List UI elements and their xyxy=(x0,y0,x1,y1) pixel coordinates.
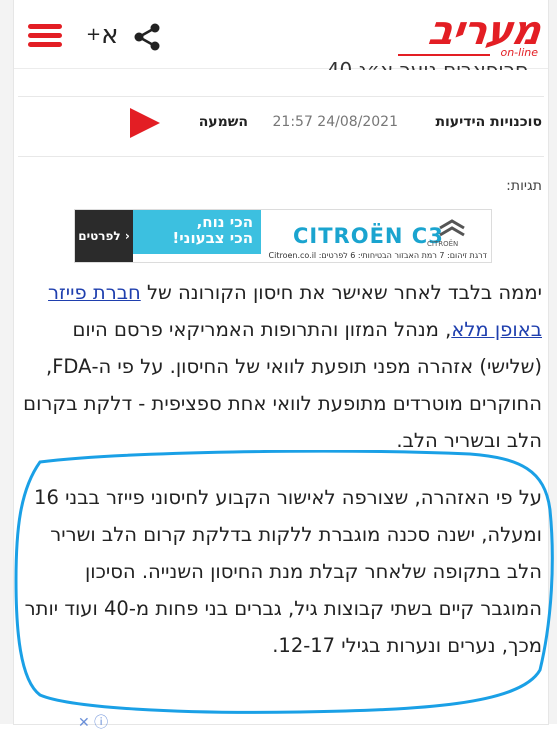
ad-brand: CITROËN xyxy=(427,240,459,248)
article-source: סוכנויות הידיעות xyxy=(435,114,542,130)
ad-banner[interactable]: לפרטים › הכי נוח, הכי צבעוני! CITROËN C3… xyxy=(74,209,492,263)
citroen-chevron-icon xyxy=(439,219,465,237)
maariv-logo[interactable]: מעריב on-line xyxy=(390,8,543,60)
tags-label: תגיות: xyxy=(506,178,542,194)
partial-headline: סרופאבים נוער א״ג 40 xyxy=(326,58,528,70)
article-text: יממה בלבד לאחר שאישר את חיסון הקורונה של xyxy=(140,281,542,304)
info-icon: ✕ ⓘ xyxy=(78,715,109,731)
ad-small-print: דרגת זיהום: 7 רמת האבזור הבטיחותי: 6 לפר… xyxy=(268,251,487,260)
divider xyxy=(18,156,544,157)
ad-slogan-line: הכי צבעוני! xyxy=(172,229,253,247)
menu-icon[interactable] xyxy=(28,24,62,48)
article-page: +א מעריב on-line סרופאבים נוער א״ג 40 סו… xyxy=(14,0,548,724)
plus-label: + xyxy=(86,24,102,45)
listen-label: השמעה xyxy=(198,114,248,130)
ad-cta[interactable]: לפרטים › xyxy=(75,210,133,262)
ad-model: CITROËN C3 xyxy=(293,224,444,248)
share-icon[interactable] xyxy=(132,22,162,52)
article-datetime: 21:57 24/08/2021 xyxy=(272,114,399,130)
article-meta: סוכנויות הידיעות 21:57 24/08/2021 השמעה xyxy=(14,96,548,152)
font-size-button[interactable]: +א xyxy=(86,20,118,50)
ad-slogan-line: הכי נוח, xyxy=(196,213,253,231)
font-size-label: א xyxy=(101,20,119,50)
article-paragraph: יממה בלבד לאחר שאישר את חיסון הקורונה של… xyxy=(22,274,542,459)
screen: +א מעריב on-line סרופאבים נוער א״ג 40 סו… xyxy=(0,0,557,731)
play-icon xyxy=(130,108,160,138)
ad-slogan: הכי נוח, הכי צבעוני! xyxy=(133,210,261,254)
listen-button[interactable]: השמעה xyxy=(128,106,248,140)
article-body: יממה בלבד לאחר שאישר את חיסון הקורונה של… xyxy=(22,274,542,664)
article-paragraph: על פי האזהרה, שצורפה לאישור הקבוע לחיסונ… xyxy=(24,486,542,657)
site-header: +א מעריב on-line סרופאבים נוער א״ג 40 xyxy=(14,0,548,70)
